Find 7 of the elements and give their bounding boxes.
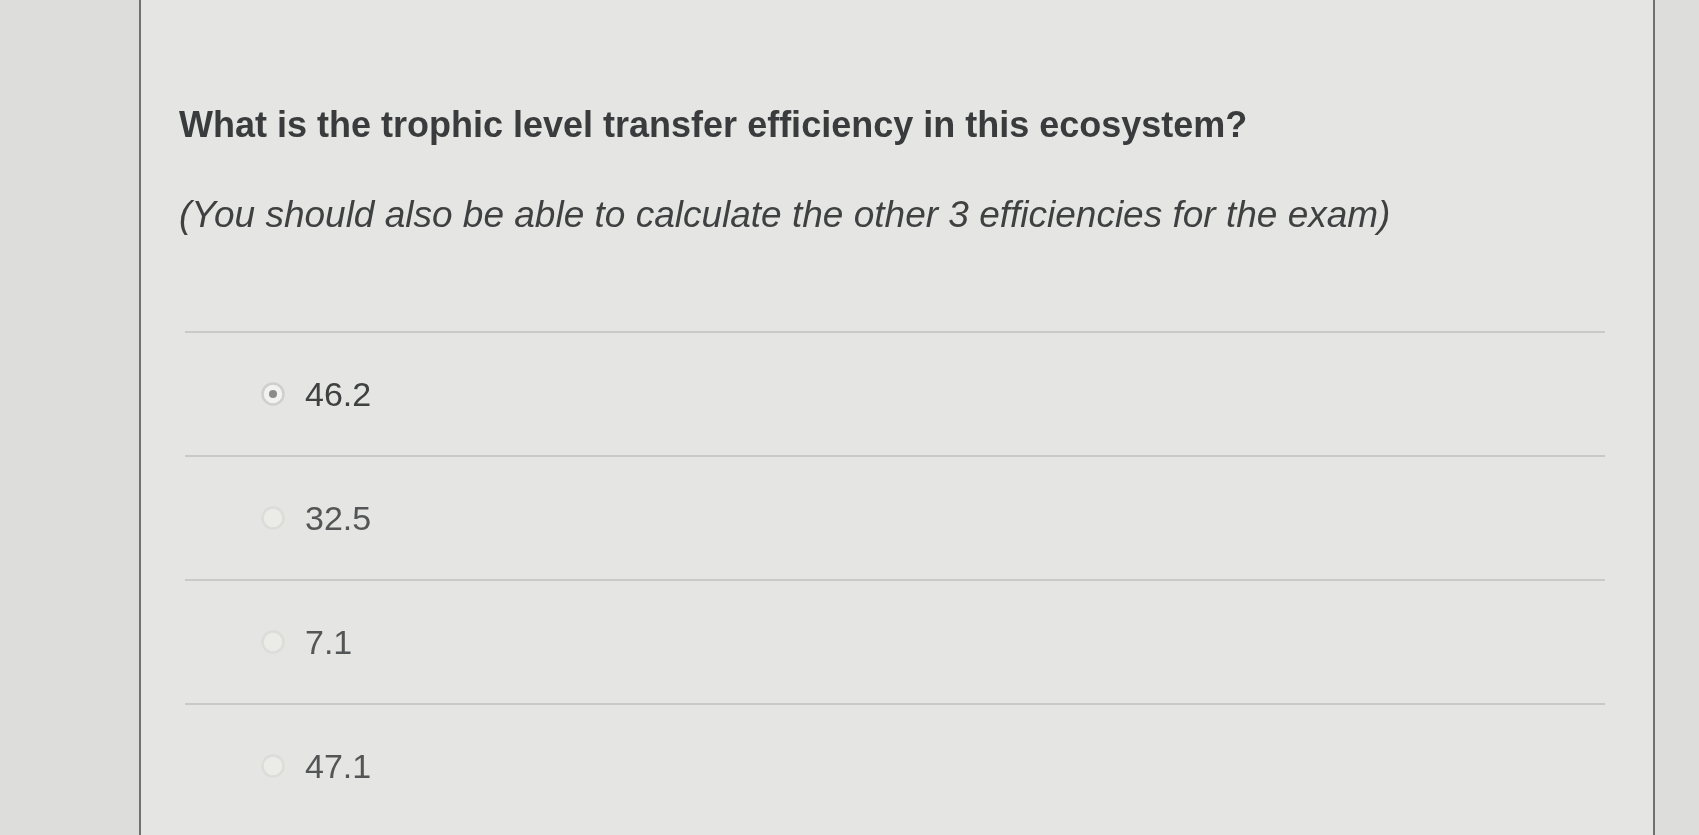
question-note: (You should also be able to calculate the other 3 efficiencies for the exam) bbox=[179, 193, 1392, 237]
option-label[interactable]: 7.1 bbox=[305, 622, 353, 662]
option-label[interactable]: 46.2 bbox=[305, 374, 372, 414]
option-label[interactable]: 47.1 bbox=[305, 746, 372, 786]
option-label[interactable]: 32.5 bbox=[305, 498, 372, 538]
radio-button[interactable] bbox=[261, 382, 285, 406]
question-title: What is the trophic level transfer efficiency in this ecosystem? bbox=[179, 103, 1249, 147]
